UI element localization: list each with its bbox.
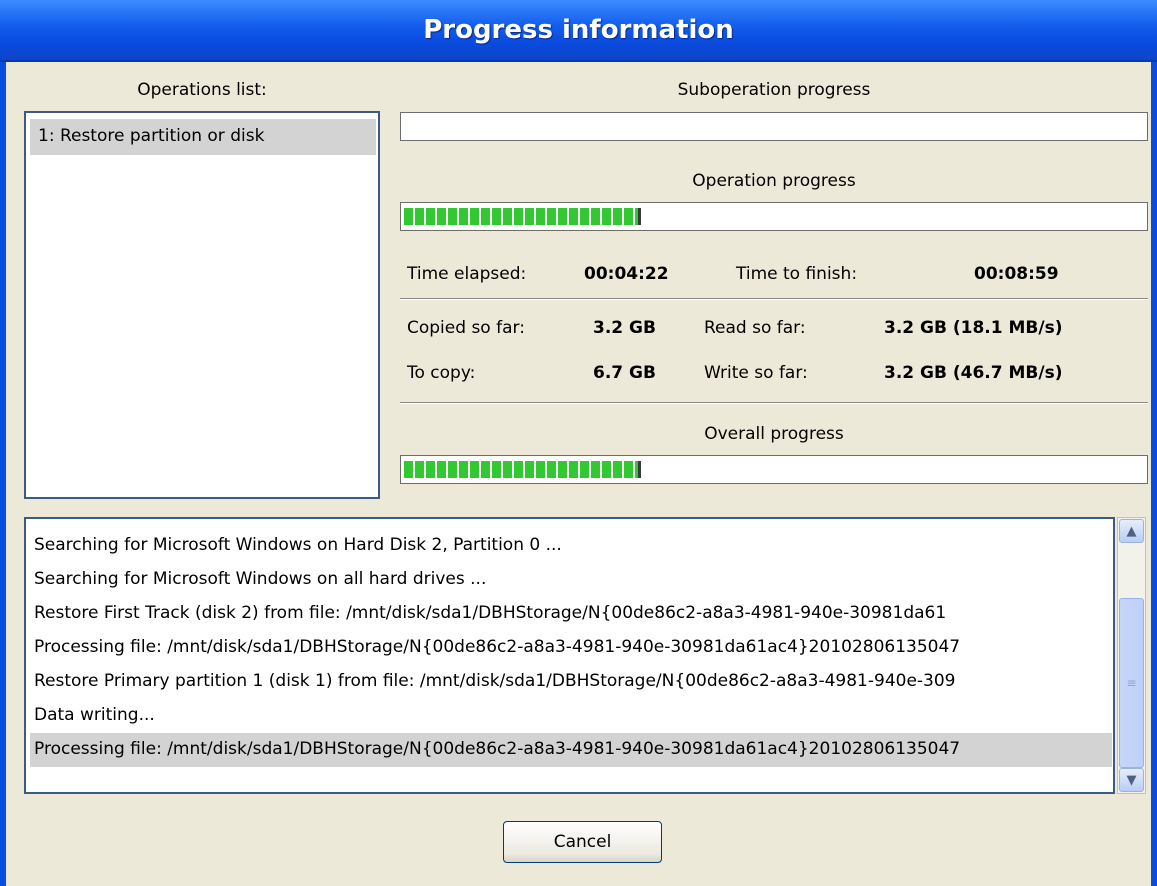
separator: [400, 298, 1148, 300]
overall-progress-label: Overall progress: [704, 424, 844, 444]
operations-list[interactable]: 1: Restore partition or disk: [24, 111, 380, 499]
time-to-finish-label: Time to finish:: [736, 264, 858, 284]
operation-progress-label: Operation progress: [692, 171, 856, 191]
log-line: Searching for Microsoft Windows on Hard …: [34, 535, 562, 555]
time-elapsed-value: 00:04:22: [584, 264, 669, 284]
chevron-down-icon[interactable]: ▼: [1119, 768, 1144, 792]
read-so-far-label: Read so far:: [704, 318, 806, 338]
copied-so-far-value: 3.2 GB: [593, 318, 656, 338]
to-copy-label: To copy:: [407, 363, 476, 383]
chevron-up-icon[interactable]: ▲: [1119, 519, 1144, 543]
log-scrollbar[interactable]: ▲ ≡ ▼: [1117, 517, 1146, 794]
operation-progress-fill: [404, 208, 641, 225]
overall-progress-bar: [400, 455, 1148, 484]
write-so-far-label: Write so far:: [704, 363, 808, 383]
to-copy-value: 6.7 GB: [593, 363, 656, 383]
separator: [400, 402, 1148, 404]
overall-progress-fill: [404, 461, 641, 478]
read-so-far-value: 3.2 GB (18.1 MB/s): [884, 318, 1063, 338]
log-line: Restore First Track (disk 2) from file: …: [34, 603, 947, 623]
suboperation-progress-bar: [400, 112, 1148, 141]
suboperation-progress-label: Suboperation progress: [677, 80, 871, 100]
log-line: Processing file: /mnt/disk/sda1/DBHStora…: [34, 637, 961, 657]
scrollbar-thumb[interactable]: ≡: [1119, 598, 1144, 768]
operation-progress-bar: [400, 202, 1148, 231]
time-elapsed-label: Time elapsed:: [407, 264, 527, 284]
log-line: Searching for Microsoft Windows on all h…: [34, 569, 487, 589]
write-so-far-value: 3.2 GB (46.7 MB/s): [884, 363, 1063, 383]
operations-list-label: Operations list:: [137, 80, 267, 100]
log-line: Data writing...: [34, 705, 155, 725]
title-bar: Progress information: [0, 0, 1157, 62]
log-list[interactable]: Searching for Microsoft Windows on Hard …: [24, 517, 1115, 794]
operations-list-item[interactable]: 1: Restore partition or disk: [30, 119, 376, 155]
log-line: Restore Primary partition 1 (disk 1) fro…: [34, 671, 956, 691]
cancel-button[interactable]: Cancel: [503, 821, 662, 863]
time-to-finish-value: 00:08:59: [974, 264, 1059, 284]
log-line-selected[interactable]: Processing file: /mnt/disk/sda1/DBHStora…: [30, 733, 1112, 767]
window-title: Progress information: [423, 15, 734, 45]
copied-so-far-label: Copied so far:: [407, 318, 525, 338]
